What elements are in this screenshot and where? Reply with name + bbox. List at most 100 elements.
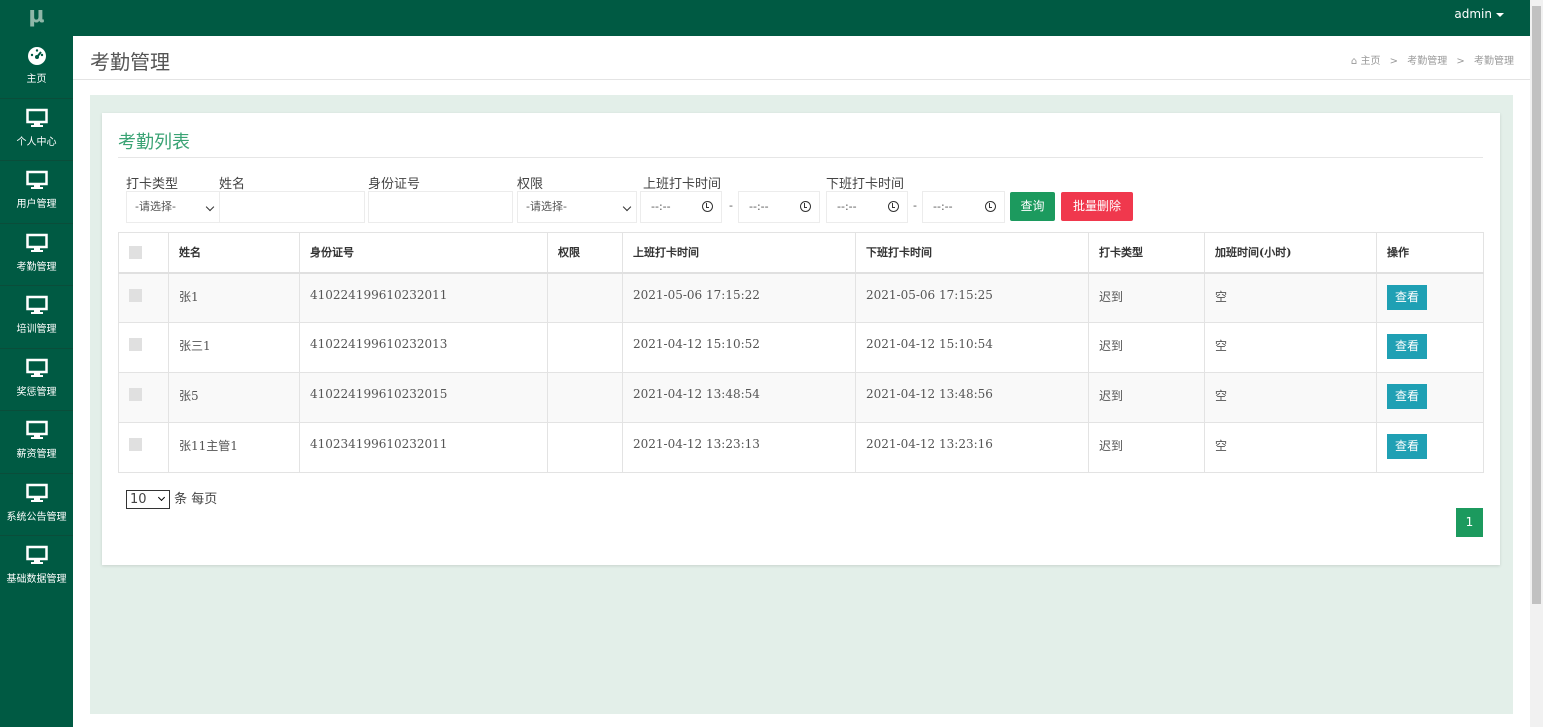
clock-out-label: 下班打卡时间 — [826, 177, 905, 192]
sidebar-item-attendance[interactable]: 考勤管理 — [0, 224, 73, 286]
monitor-icon — [25, 108, 48, 127]
view-button[interactable]: 查看 — [1387, 434, 1427, 459]
breadcrumb-home[interactable]: 主页 — [1360, 56, 1380, 67]
clock-in-start-input[interactable]: --:-- — [640, 191, 722, 223]
range-dash: - — [729, 199, 733, 212]
name-label: 姓名 — [219, 177, 246, 192]
sidebar-item-training[interactable]: 培训管理 — [0, 286, 73, 349]
breadcrumb-section[interactable]: 考勤管理 — [1407, 56, 1447, 67]
sidebar-item-announcements[interactable]: 系统公告管理 — [0, 474, 73, 536]
name-input[interactable] — [219, 191, 365, 223]
permission-value: -请选择- — [526, 200, 567, 213]
user-name: admin — [1454, 7, 1492, 21]
id-label: 身份证号 — [368, 177, 421, 192]
content-area: 考勤列表 打卡类型 -请选择- 姓名 身份证号 权限 -请选择- 上班打卡时间 … — [90, 95, 1513, 714]
chevron-right-icon: > — [1456, 56, 1465, 67]
column-header[interactable]: 下班打卡时间 — [855, 232, 1089, 274]
column-header[interactable]: 上班打卡时间 — [622, 232, 856, 274]
view-button[interactable]: 查看 — [1387, 384, 1427, 409]
id-number-input[interactable] — [368, 191, 513, 223]
cell-overtime: 空 — [1204, 422, 1377, 473]
sidebar-item-users[interactable]: 用户管理 — [0, 161, 73, 224]
sidebar-item-base-data[interactable]: 基础数据管理 — [0, 536, 73, 599]
clock-icon[interactable] — [702, 201, 713, 212]
user-menu[interactable]: admin — [1454, 0, 1504, 28]
column-header[interactable]: 权限 — [547, 232, 623, 274]
cell-overtime: 空 — [1204, 322, 1377, 373]
sidebar-item-label: 主页 — [26, 74, 47, 85]
chevron-down-icon — [157, 493, 166, 502]
row-select-cell — [118, 322, 169, 373]
sidebar-item-label: 培训管理 — [16, 324, 57, 335]
permission-label: 权限 — [517, 177, 544, 192]
row-checkbox[interactable] — [129, 288, 142, 302]
cell-clock-in: 2021-05-06 17:15:22 — [622, 272, 856, 323]
clock-out-start-input[interactable]: --:-- — [826, 191, 908, 223]
clock-icon[interactable] — [800, 201, 811, 212]
batch-delete-button[interactable]: 批量删除 — [1061, 192, 1133, 221]
time-placeholder: --:-- — [651, 200, 671, 213]
cell-clock-out: 2021-04-12 13:48:56 — [855, 372, 1089, 423]
view-button[interactable]: 查看 — [1387, 284, 1427, 310]
cell-actions: 查看 — [1376, 422, 1484, 473]
table-row: 张11主管1 410234199610232011 2021-04-12 13:… — [118, 422, 1484, 473]
clock-icon[interactable] — [985, 201, 996, 212]
row-select-cell — [118, 372, 169, 423]
cell-clock-in: 2021-04-12 13:23:13 — [622, 422, 856, 473]
sidebar-item-rewards[interactable]: 奖惩管理 — [0, 349, 73, 411]
cell-clock-in: 2021-04-12 15:10:52 — [622, 322, 856, 373]
monitor-icon — [25, 545, 48, 564]
cell-permission — [547, 372, 623, 423]
sidebar-item-salary[interactable]: 薪资管理 — [0, 411, 73, 474]
punch-type-select[interactable]: -请选择- — [126, 191, 220, 223]
monitor-icon — [25, 170, 48, 189]
sidebar-item-label: 基础数据管理 — [6, 574, 67, 585]
view-button[interactable]: 查看 — [1387, 334, 1427, 359]
search-button[interactable]: 查询 — [1010, 192, 1055, 221]
cell-permission — [547, 272, 623, 323]
sidebar-item-label: 奖惩管理 — [16, 386, 57, 398]
range-dash: - — [913, 199, 917, 212]
cell-clock-in: 2021-04-12 13:48:54 — [622, 372, 856, 423]
page-size-control: 10 条 每页 — [126, 488, 217, 509]
sidebar-item-label: 薪资管理 — [16, 449, 57, 460]
cell-overtime: 空 — [1204, 372, 1377, 423]
table-header-row: 姓名 身份证号 权限 上班打卡时间 下班打卡时间 打卡类型 加班时间(小时) 操… — [118, 232, 1484, 274]
sidebar-item-label: 考勤管理 — [16, 261, 57, 273]
row-checkbox[interactable] — [129, 438, 142, 451]
cell-punch-type: 迟到 — [1088, 272, 1205, 323]
sidebar-item-label: 个人中心 — [16, 136, 57, 148]
monitor-icon — [25, 420, 48, 439]
clock-in-label: 上班打卡时间 — [643, 177, 722, 192]
page-button-current[interactable]: 1 — [1456, 508, 1483, 537]
vertical-scrollbar[interactable] — [1530, 0, 1543, 727]
scrollbar-thumb[interactable] — [1532, 6, 1541, 604]
cell-punch-type: 迟到 — [1088, 422, 1205, 473]
clock-icon[interactable] — [888, 201, 899, 212]
row-checkbox[interactable] — [129, 338, 142, 351]
column-header[interactable]: 姓名 — [168, 232, 300, 274]
permission-select[interactable]: -请选择- — [517, 191, 637, 223]
column-header[interactable]: 加班时间(小时) — [1204, 232, 1377, 274]
column-header[interactable]: 身份证号 — [299, 232, 548, 274]
row-checkbox[interactable] — [129, 388, 142, 401]
clock-in-end-input[interactable]: --:-- — [738, 191, 820, 223]
app-logo[interactable]: μ — [0, 0, 73, 36]
cell-name: 张11主管1 — [168, 422, 300, 473]
select-all-checkbox[interactable] — [129, 246, 142, 259]
time-placeholder: --:-- — [749, 200, 769, 213]
page-size-value: 10 — [130, 492, 147, 507]
sidebar-item-profile[interactable]: 个人中心 — [0, 99, 73, 161]
sidebar-item-home[interactable]: 主页 — [0, 36, 73, 99]
time-placeholder: --:-- — [933, 200, 953, 213]
column-header: 操作 — [1376, 232, 1484, 274]
cell-name: 张三1 — [168, 322, 300, 373]
table-row: 张5 410224199610232015 2021-04-12 13:48:5… — [118, 372, 1484, 423]
cell-overtime: 空 — [1204, 272, 1377, 323]
panel-title: 考勤列表 — [118, 132, 190, 153]
page-size-select[interactable]: 10 — [126, 490, 170, 509]
clock-out-end-input[interactable]: --:-- — [922, 191, 1005, 223]
column-header[interactable]: 打卡类型 — [1088, 232, 1205, 274]
page-title: 考勤管理 — [90, 50, 170, 74]
page-size-suffix: 条 每页 — [174, 492, 218, 507]
